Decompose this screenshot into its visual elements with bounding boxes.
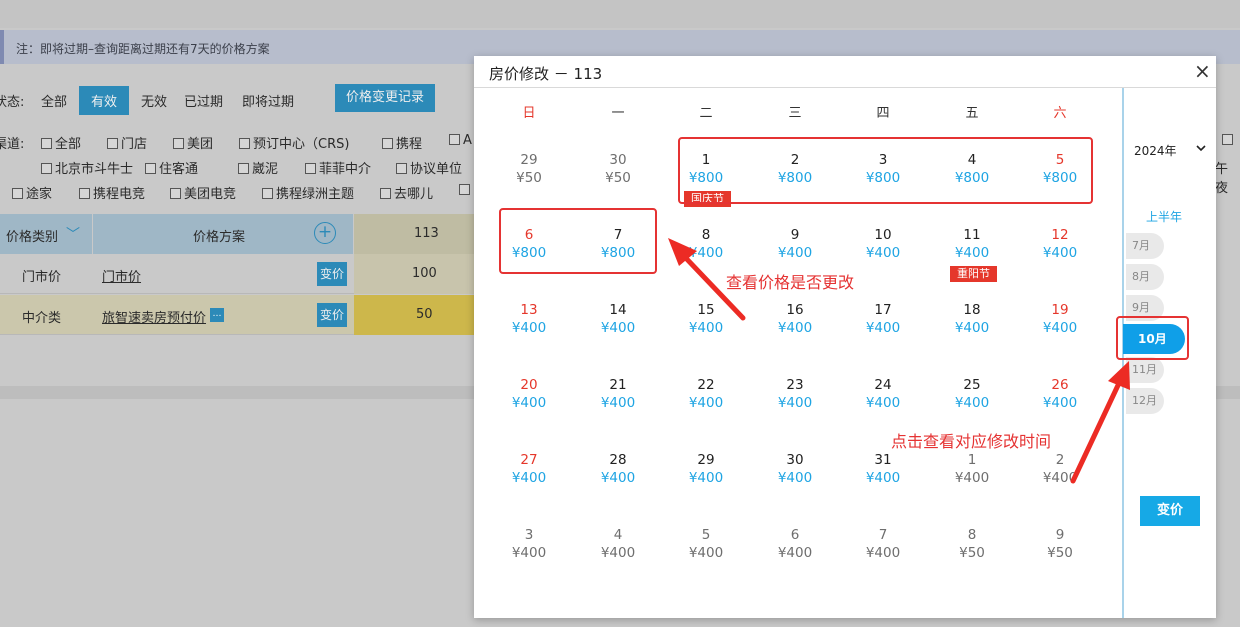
annotation-arrows — [668, 238, 1130, 484]
